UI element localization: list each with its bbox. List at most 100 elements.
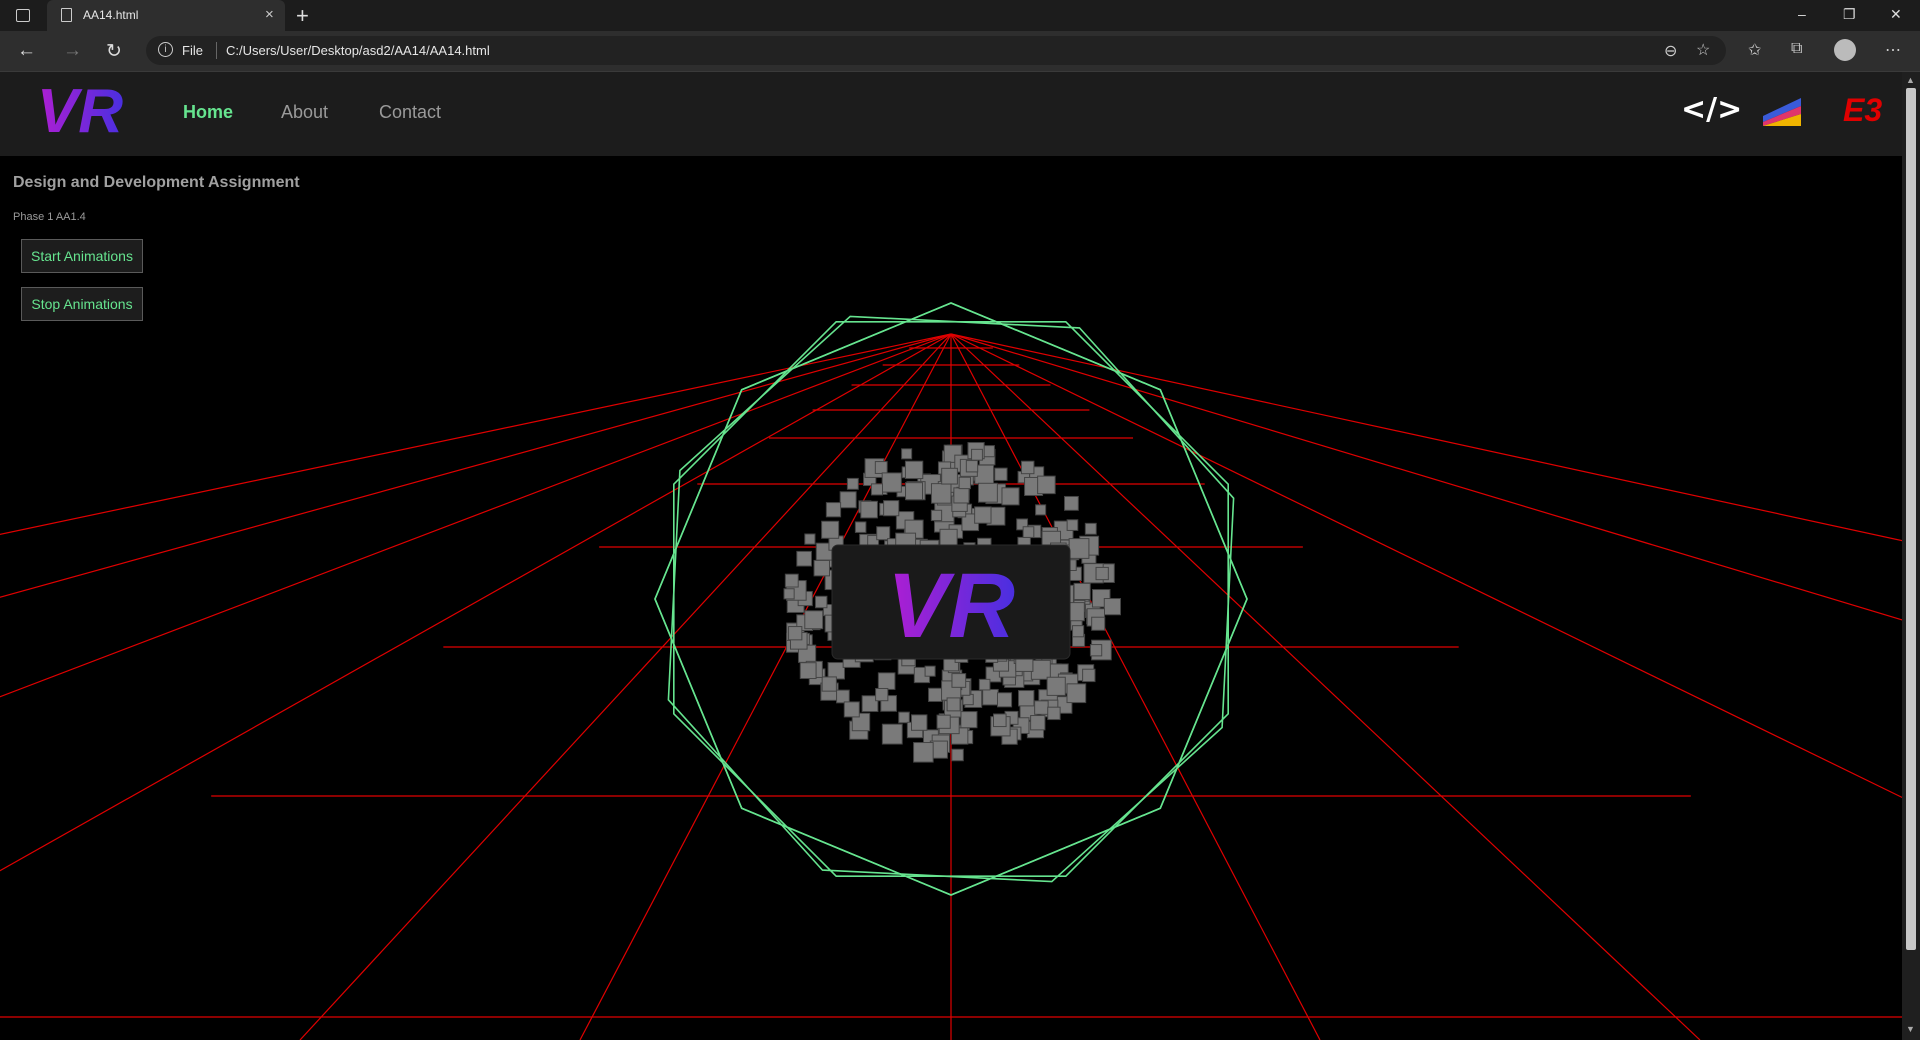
particle xyxy=(1066,519,1079,531)
minimize-button[interactable]: – xyxy=(1798,6,1806,22)
particle xyxy=(1084,522,1097,535)
page-title: Design and Development Assignment xyxy=(13,174,300,191)
particle xyxy=(881,472,902,493)
particle xyxy=(843,701,860,718)
tab-title: AA14.html xyxy=(83,8,139,22)
particle xyxy=(825,502,842,518)
particle xyxy=(821,676,837,692)
particle xyxy=(877,672,896,690)
back-button[interactable]: ← xyxy=(17,40,36,62)
particle xyxy=(905,482,924,501)
particle xyxy=(1064,495,1079,511)
particle xyxy=(913,742,934,763)
particle xyxy=(1034,700,1049,715)
particle xyxy=(904,460,924,480)
info-icon[interactable]: i xyxy=(158,42,173,57)
add-favorite-icon[interactable]: ☆ xyxy=(1696,40,1710,60)
grid-line xyxy=(299,333,952,1040)
particle xyxy=(1037,475,1056,495)
particle xyxy=(962,693,974,706)
nav-contact[interactable]: Contact xyxy=(379,102,441,123)
particle xyxy=(1089,644,1103,657)
particle xyxy=(788,626,803,641)
particle xyxy=(1001,487,1020,506)
particle xyxy=(924,665,936,677)
particle xyxy=(1072,625,1085,638)
particle xyxy=(836,689,850,704)
address-toolbar: ← → ↻ i File C:/Users/User/Desktop/asd2/… xyxy=(0,31,1920,72)
collections-icon[interactable]: ⧉ xyxy=(1791,40,1802,58)
particle xyxy=(996,692,1013,708)
particle xyxy=(930,509,943,522)
particle xyxy=(814,595,828,609)
browser-tab[interactable]: AA14.html × xyxy=(47,0,285,31)
vr-logo[interactable]: VR xyxy=(18,80,143,140)
particle xyxy=(1030,715,1046,731)
particle xyxy=(804,533,816,545)
particle xyxy=(965,460,979,473)
particle xyxy=(1046,676,1066,696)
particle xyxy=(930,483,952,504)
particle xyxy=(1035,504,1047,516)
particle xyxy=(1020,460,1035,475)
particle xyxy=(874,461,888,474)
particle xyxy=(875,687,889,702)
page-scrollbar[interactable]: ▲ ▼ xyxy=(1902,72,1920,1040)
particle xyxy=(883,500,900,517)
particle xyxy=(958,476,971,490)
particle xyxy=(1066,683,1087,704)
particle xyxy=(1103,598,1121,616)
refresh-button[interactable]: ↻ xyxy=(106,40,122,63)
tab-close-icon[interactable]: × xyxy=(265,6,274,23)
close-window-button[interactable]: ✕ xyxy=(1890,6,1902,23)
particle xyxy=(994,467,1008,481)
start-animations-button[interactable]: Start Animations xyxy=(21,239,143,273)
address-input[interactable]: i File C:/Users/User/Desktop/asd2/AA14/A… xyxy=(146,36,1726,65)
profile-avatar[interactable] xyxy=(1834,39,1856,61)
particle xyxy=(971,448,983,461)
stripe-flag-icon[interactable] xyxy=(1761,96,1803,126)
scroll-thumb[interactable] xyxy=(1906,88,1916,950)
forward-button[interactable]: → xyxy=(63,40,82,62)
site-navbar: VR Home About Contact </> E3 xyxy=(0,72,1902,156)
address-url[interactable]: C:/Users/User/Desktop/asd2/AA14/AA14.htm… xyxy=(226,43,490,58)
restore-button[interactable]: ❐ xyxy=(1843,6,1856,23)
animation-canvas: VR xyxy=(0,302,1902,1040)
particle xyxy=(821,520,840,539)
particle xyxy=(974,506,992,524)
code-icon[interactable]: </> xyxy=(1681,92,1742,127)
particle xyxy=(978,678,991,691)
particle xyxy=(946,697,961,712)
particle xyxy=(992,713,1007,728)
particle xyxy=(799,662,817,680)
e3-logo-icon[interactable]: E3 xyxy=(1843,92,1882,129)
particle xyxy=(813,559,830,577)
particle xyxy=(898,711,910,724)
more-icon[interactable]: ⋯ xyxy=(1885,40,1901,60)
nav-home[interactable]: Home xyxy=(183,102,233,123)
scroll-up-icon[interactable]: ▲ xyxy=(1906,75,1915,85)
particle xyxy=(960,711,978,729)
particle xyxy=(928,687,943,702)
grid-line xyxy=(0,333,952,598)
zoom-icon[interactable]: ⊖ xyxy=(1664,41,1677,61)
new-tab-button[interactable]: + xyxy=(296,3,309,29)
particle xyxy=(784,573,799,588)
particle xyxy=(804,610,824,630)
page-viewport: VR VR Home About Contact </> E3 Design a… xyxy=(0,72,1902,1040)
scroll-down-icon[interactable]: ▼ xyxy=(1906,1024,1915,1034)
favorites-icon[interactable]: ✩ xyxy=(1748,40,1761,60)
particle xyxy=(936,714,951,729)
particle xyxy=(1030,659,1051,680)
tab-actions-icon[interactable] xyxy=(16,9,30,22)
particle xyxy=(982,445,995,458)
stop-animations-button[interactable]: Stop Animations xyxy=(21,287,143,321)
address-divider xyxy=(216,42,217,59)
particle xyxy=(881,723,903,745)
particle xyxy=(1068,538,1090,559)
browser-tab-bar: AA14.html × + – ❐ ✕ xyxy=(0,0,1920,31)
particle xyxy=(951,748,964,762)
nav-about[interactable]: About xyxy=(281,102,328,123)
particle xyxy=(951,673,967,688)
grid-line xyxy=(0,333,952,535)
